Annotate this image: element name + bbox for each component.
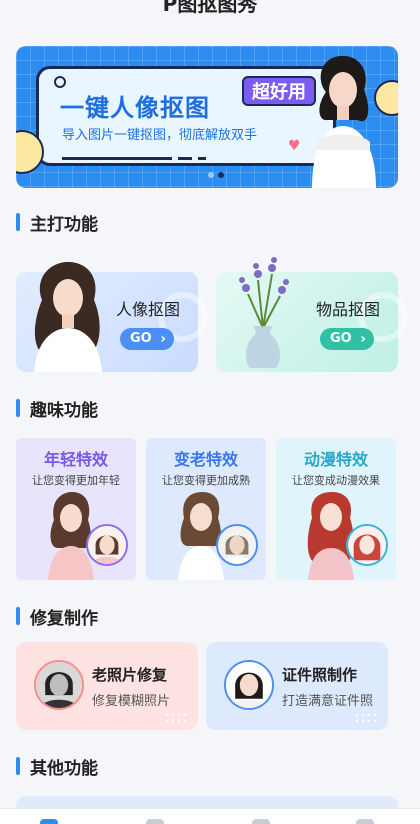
anime-result-avatar xyxy=(346,524,388,566)
fun-title: 年轻特效 xyxy=(43,450,108,469)
app-title: P图抠图秀 xyxy=(162,0,258,16)
section-title: 修复制作 xyxy=(30,608,98,629)
fun-title: 动漫特效 xyxy=(303,450,368,469)
promo-banner[interactable]: 一键人像抠图 超好用 导入图片一键抠图，彻底解放双手 ♥ xyxy=(16,46,398,188)
banner-badge: 超好用 xyxy=(242,76,316,106)
section-title: 其他功能 xyxy=(30,758,98,779)
carousel-indicator[interactable] xyxy=(206,163,226,182)
repair-title: 老照片修复 xyxy=(92,666,168,684)
decor-dots xyxy=(164,712,188,724)
portrait-cutout-card[interactable]: 人像抠图 GO › xyxy=(16,262,208,372)
go-label: GO xyxy=(330,331,352,346)
fun-subtitle: 让您变得更加成熟 xyxy=(162,474,250,487)
section-title: 趣味功能 xyxy=(30,400,98,421)
fun-subtitle: 让您变成动漫效果 xyxy=(292,474,380,487)
anime-effect-card[interactable]: 动漫特效 让您变成动漫效果 xyxy=(276,438,396,580)
chevron-right-icon: › xyxy=(360,331,366,347)
home-icon[interactable] xyxy=(40,819,58,824)
grid-icon[interactable] xyxy=(146,819,164,824)
banner-model-image xyxy=(312,55,376,188)
old-photo-avatar xyxy=(34,660,84,710)
id-photo-card[interactable]: 证件照制作 打造满意证件照 xyxy=(206,642,388,730)
go-label: GO xyxy=(130,331,152,346)
old-photo-repair-card[interactable]: 老照片修复 修复模糊照片 xyxy=(16,642,198,730)
repair-subtitle: 打造满意证件照 xyxy=(282,694,374,709)
old-effect-card[interactable]: 变老特效 让您变得更加成熟 xyxy=(146,438,266,580)
vase-image xyxy=(239,257,289,368)
decor-lines xyxy=(62,148,212,167)
portrait-model-image xyxy=(34,262,102,372)
young-effect-card[interactable]: 年轻特效 让您变得更加年轻 xyxy=(16,438,136,580)
heart-icon: ♥ xyxy=(288,138,301,154)
section-main: 主打功能 xyxy=(16,212,98,235)
section-other: 其他功能 xyxy=(16,756,98,779)
profile-icon[interactable] xyxy=(356,819,374,824)
tools-icon[interactable] xyxy=(252,819,270,824)
fun-subtitle: 让您变得更加年轻 xyxy=(32,474,120,487)
banner-subtitle: 导入图片一键抠图，彻底解放双手 xyxy=(62,128,258,143)
id-photo-avatar xyxy=(224,660,274,710)
section-repair: 修复制作 xyxy=(16,606,98,629)
decor-dots xyxy=(354,712,378,724)
repair-subtitle: 修复模糊照片 xyxy=(92,694,171,709)
feature-label: 人像抠图 xyxy=(116,300,181,319)
chevron-right-icon: › xyxy=(160,331,166,347)
section-title: 主打功能 xyxy=(30,214,98,235)
decor-ring xyxy=(54,76,66,88)
young-result-avatar xyxy=(86,524,128,566)
go-button[interactable]: GO › xyxy=(320,328,374,350)
banner-title: 一键人像抠图 xyxy=(60,94,210,122)
section-fun: 趣味功能 xyxy=(16,398,98,421)
object-cutout-card[interactable]: 物品抠图 GO › xyxy=(216,257,408,372)
repair-title: 证件照制作 xyxy=(282,666,358,684)
go-button[interactable]: GO › xyxy=(120,328,174,350)
fun-title: 变老特效 xyxy=(173,450,238,469)
old-result-avatar xyxy=(216,524,258,566)
feature-label: 物品抠图 xyxy=(316,300,381,319)
bottom-tab-bar xyxy=(0,808,420,824)
